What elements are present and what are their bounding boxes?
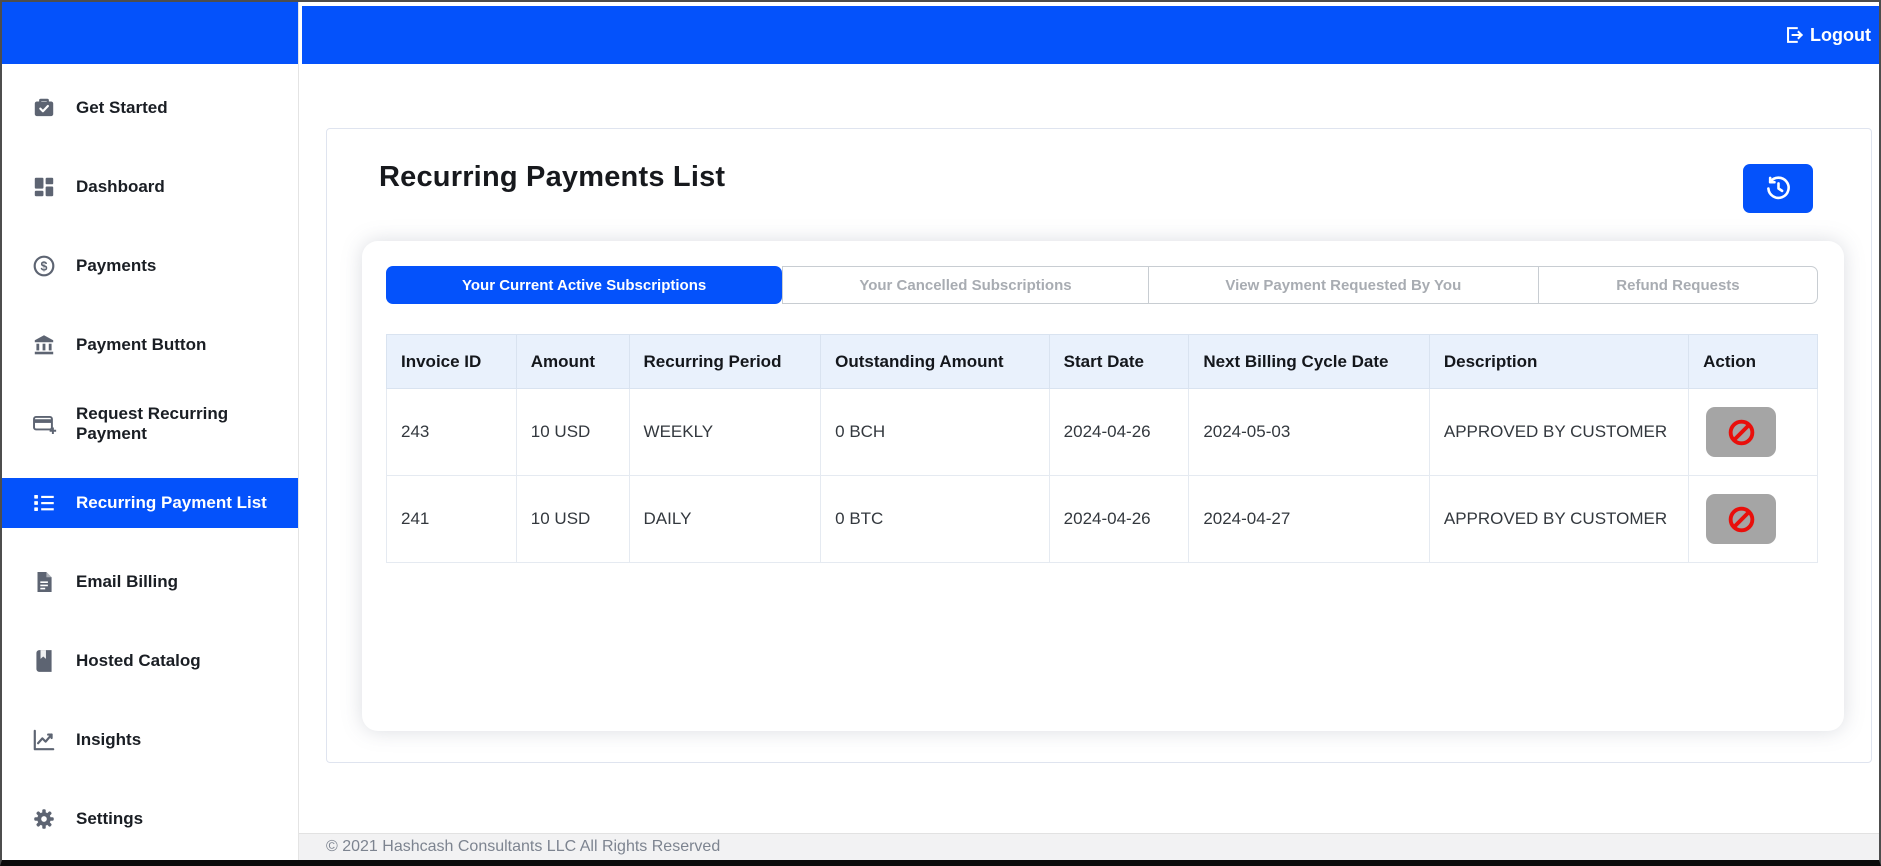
cell-next-billing-cycle-date: 2024-04-27 <box>1188 475 1430 563</box>
cancel-subscription-button[interactable] <box>1706 407 1777 457</box>
logout-label: Logout <box>1810 24 1871 45</box>
sidebar-item-label: Payments <box>76 255 157 275</box>
table-body: 243 10 USD WEEKLY 0 BCH 2024-04-26 2024-05-03… <box>386 388 1818 563</box>
sidebar-item-label: Request Recurring Payment <box>76 403 229 443</box>
column-header-amount: Amount <box>515 334 630 389</box>
sidebar-item-insights[interactable]: Insights <box>2 700 298 779</box>
sidebar-item-payment-button[interactable]: Payment Button <box>2 305 298 384</box>
sidebar-item-label: Insights <box>76 729 142 749</box>
cell-outstanding-amount: 0 BCH <box>820 388 1050 476</box>
tab-your-current-active-subscriptions[interactable]: Your Current Active Subscriptions <box>386 266 783 304</box>
list-icon <box>31 490 57 516</box>
panel-header: Recurring Payments List <box>327 129 1871 213</box>
cell-amount: 10 USD <box>515 388 630 476</box>
sidebar-item-label: Settings <box>76 808 144 828</box>
logo-area <box>2 2 298 64</box>
sidebar-nav: Get Started Dashboard $ Payments Payment But… <box>2 64 298 858</box>
tab-refund-requests[interactable]: Refund Requests <box>1538 266 1818 304</box>
cell-start-date: 2024-04-26 <box>1048 475 1190 563</box>
column-header-next-billing-cycle-date: Next Billing Cycle Date <box>1188 334 1430 389</box>
sidebar-item-email-billing[interactable]: Email Billing <box>2 542 298 621</box>
table-header-row: Invoice ID Amount Recurring Period Outstand… <box>386 334 1818 389</box>
ban-icon <box>1726 504 1757 535</box>
table-row: 241 10 USD DAILY 0 BTC 2024-04-26 2024-04-27 A… <box>386 475 1818 563</box>
cancel-subscription-button[interactable] <box>1706 494 1777 544</box>
sidebar-item-request-recurring-payment[interactable]: Request Recurring Payment <box>2 384 298 463</box>
cell-outstanding-amount: 0 BTC <box>820 475 1050 563</box>
cell-invoice-id: 241 <box>386 475 517 563</box>
ban-icon <box>1726 417 1757 448</box>
cell-recurring-period: DAILY <box>628 475 822 563</box>
document-icon <box>31 569 57 595</box>
cell-start-date: 2024-04-26 <box>1048 388 1190 476</box>
subscriptions-table: Invoice ID Amount Recurring Period Outstand… <box>386 334 1818 563</box>
logout-icon <box>1783 24 1805 46</box>
sidebar-item-label: Payment Button <box>76 334 207 354</box>
sidebar-item-recurring-payment-list[interactable]: Recurring Payment List <box>2 463 298 542</box>
bank-icon <box>31 332 57 358</box>
chart-line-icon <box>31 727 57 753</box>
cell-action <box>1688 388 1818 476</box>
sidebar-item-label: Get Started <box>76 97 168 117</box>
cell-description: APPROVED BY CUSTOMER <box>1428 388 1690 476</box>
app-layout: Get Started Dashboard $ Payments Payment But… <box>2 2 1879 860</box>
sidebar-item-payments[interactable]: $ Payments <box>2 226 298 305</box>
dashboard-grid-icon <box>31 174 57 200</box>
sidebar-item-label: Email Billing <box>76 571 179 591</box>
sidebar-item-label: Hosted Catalog <box>76 650 201 670</box>
tab-your-cancelled-subscriptions[interactable]: Your Cancelled Subscriptions <box>782 266 1149 304</box>
app-window: Get Started Dashboard $ Payments Payment But… <box>0 0 1881 866</box>
book-icon <box>31 648 57 674</box>
cell-action <box>1688 475 1818 563</box>
column-header-description: Description <box>1428 334 1690 389</box>
cell-invoice-id: 243 <box>386 388 517 476</box>
main-content: Recurring Payments List Your Current Act… <box>299 64 1879 833</box>
logout-button[interactable]: Logout <box>1783 24 1871 46</box>
tab-bar: Your Current Active Subscriptions Your Ca… <box>386 266 1818 304</box>
dollar-circle-icon: $ <box>31 253 57 279</box>
cell-next-billing-cycle-date: 2024-05-03 <box>1188 388 1430 476</box>
cell-amount: 10 USD <box>515 475 630 563</box>
column-header-outstanding-amount: Outstanding Amount <box>820 334 1050 389</box>
sidebar-item-get-started[interactable]: Get Started <box>2 68 298 147</box>
copyright-text: © 2021 Hashcash Consultants LLC All Righ… <box>326 838 721 855</box>
sidebar: Get Started Dashboard $ Payments Payment But… <box>2 2 299 860</box>
cell-recurring-period: WEEKLY <box>628 388 822 476</box>
refresh-button[interactable] <box>1743 164 1813 213</box>
briefcase-check-icon <box>31 95 57 121</box>
svg-text:$: $ <box>41 259 48 273</box>
topbar: Logout <box>302 6 1879 64</box>
table-row: 243 10 USD WEEKLY 0 BCH 2024-04-26 2024-05-03… <box>386 388 1818 476</box>
sidebar-item-settings[interactable]: Settings <box>2 779 298 858</box>
column-header-action: Action <box>1688 334 1818 389</box>
footer: © 2021 Hashcash Consultants LLC All Righ… <box>299 833 1879 860</box>
main-column: Logout Recurring Payments List Your Curr… <box>299 2 1879 860</box>
sidebar-item-dashboard[interactable]: Dashboard <box>2 147 298 226</box>
sidebar-item-label: Dashboard <box>76 176 165 196</box>
column-header-start-date: Start Date <box>1048 334 1190 389</box>
tab-view-payment-requested-by-you[interactable]: View Payment Requested By You <box>1148 266 1539 304</box>
column-header-recurring-period: Recurring Period <box>628 334 822 389</box>
page-title: Recurring Payments List <box>379 161 726 193</box>
column-header-invoice-id: Invoice ID <box>386 334 517 389</box>
sidebar-item-label: Recurring Payment List <box>76 492 267 512</box>
card-plus-icon <box>31 411 57 437</box>
gear-icon <box>31 806 57 832</box>
recurring-payments-panel: Recurring Payments List Your Current Act… <box>326 128 1872 763</box>
sidebar-item-hosted-catalog[interactable]: Hosted Catalog <box>2 621 298 700</box>
cell-description: APPROVED BY CUSTOMER <box>1428 475 1690 563</box>
subscriptions-card: Your Current Active Subscriptions Your Ca… <box>362 241 1844 731</box>
history-icon <box>1765 175 1792 202</box>
